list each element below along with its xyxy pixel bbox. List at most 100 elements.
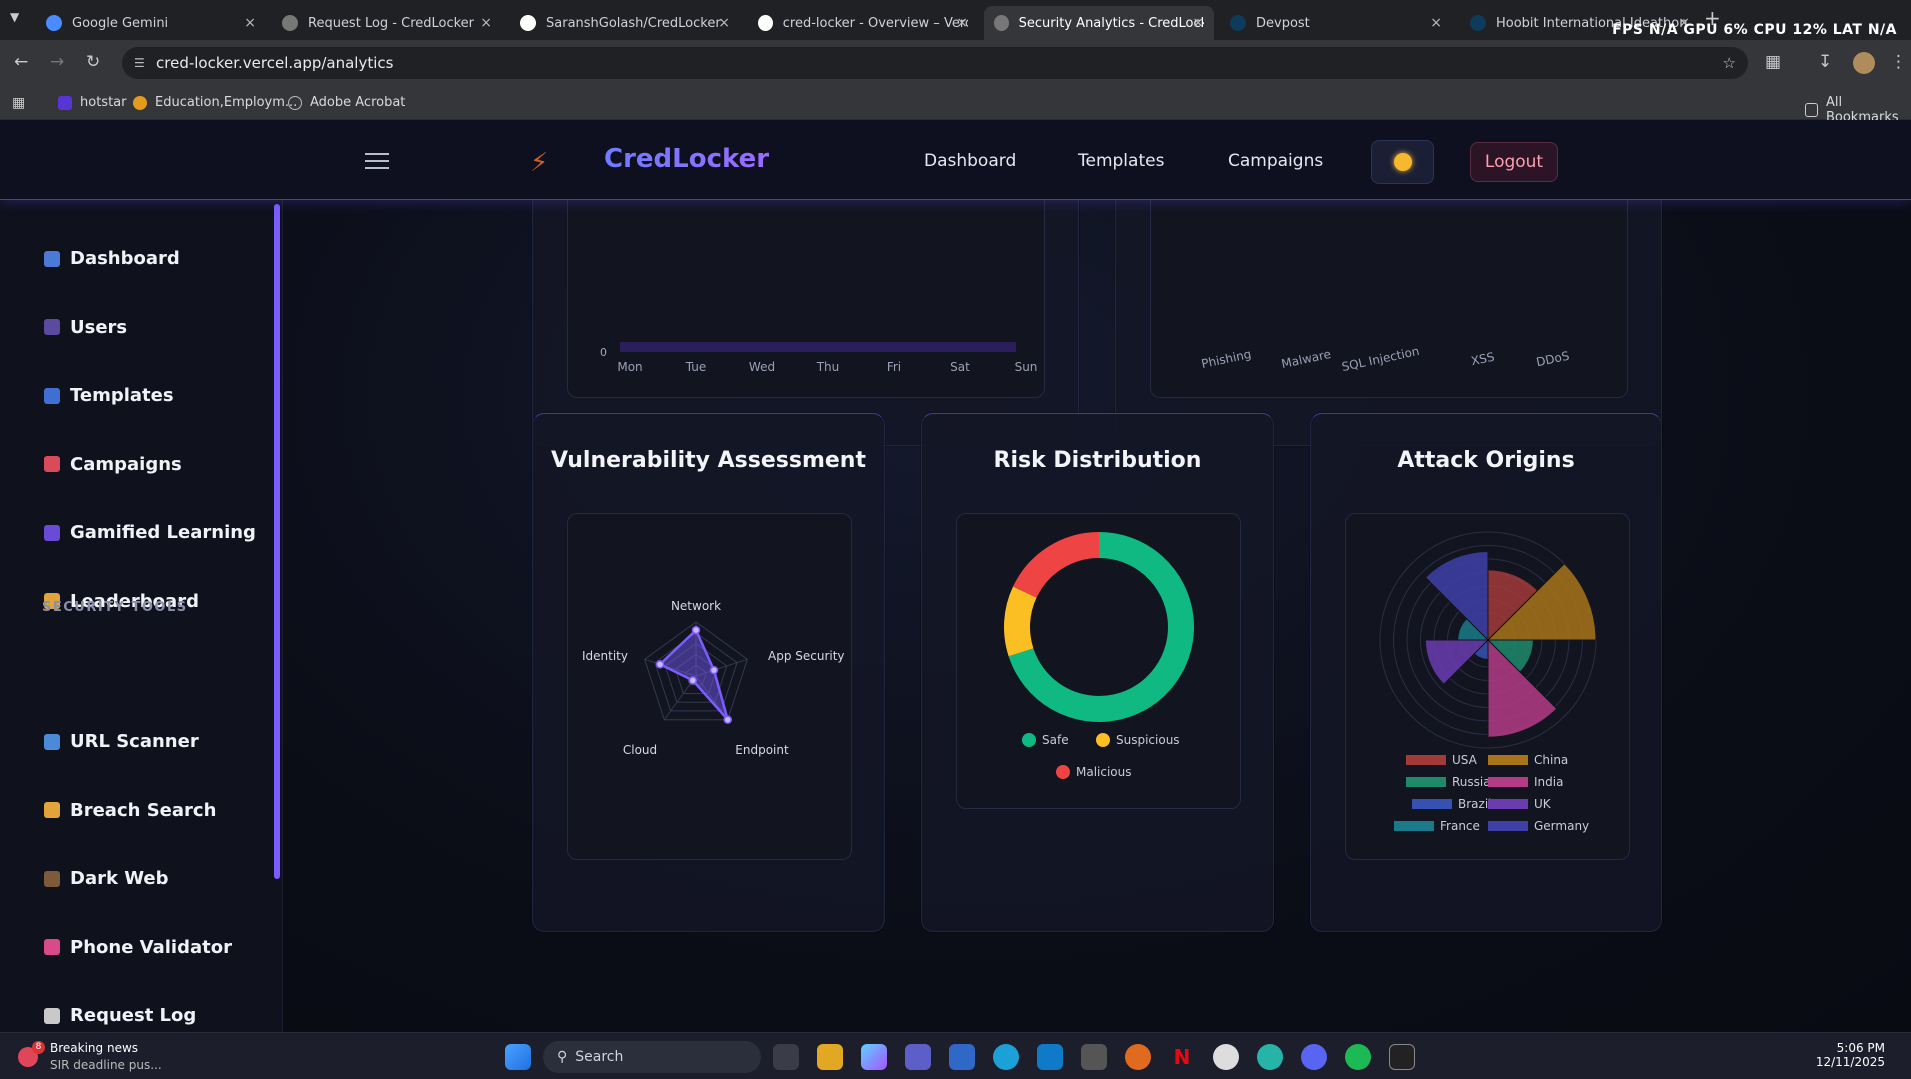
task-view-icon[interactable] bbox=[773, 1044, 799, 1070]
notes-app-icon[interactable] bbox=[1389, 1044, 1415, 1070]
users-icon bbox=[44, 319, 60, 335]
vulnerability-card: Vulnerability Assessment Network App Secu… bbox=[532, 413, 885, 932]
netflix-icon[interactable]: N bbox=[1169, 1044, 1195, 1070]
tab-title: cred-locker - Overview – Vercel bbox=[782, 15, 968, 31]
legend-label: Brazil bbox=[1458, 797, 1492, 811]
browser-tab[interactable]: Devpost × bbox=[1220, 6, 1452, 40]
y-axis-zero: 0 bbox=[600, 346, 607, 359]
bookmark-education[interactable]: Education,Employm... bbox=[133, 95, 297, 110]
clock[interactable]: 5:06 PM 12/11/2025 bbox=[1810, 1041, 1885, 1069]
nav-campaigns[interactable]: Campaigns bbox=[1228, 151, 1323, 171]
teams-icon[interactable] bbox=[905, 1044, 931, 1070]
sidebar-item-gamified-learning[interactable]: Gamified Learning bbox=[44, 522, 256, 543]
theme-toggle-button[interactable] bbox=[1371, 140, 1434, 184]
menu-toggle-icon[interactable] bbox=[365, 153, 389, 169]
sidebar-item-users[interactable]: Users bbox=[44, 317, 127, 338]
windows-start-icon[interactable] bbox=[505, 1044, 531, 1070]
photoshop-icon[interactable] bbox=[1037, 1044, 1063, 1070]
spotify-icon[interactable] bbox=[1345, 1044, 1371, 1070]
bar-chart-icon bbox=[44, 250, 60, 267]
close-tab-icon[interactable]: × bbox=[1192, 15, 1204, 31]
x-tick-label: Thu bbox=[816, 360, 840, 374]
discord-icon[interactable] bbox=[1301, 1044, 1327, 1070]
download-icon[interactable]: ↧ bbox=[1818, 52, 1832, 72]
donut-slice-malicious[interactable] bbox=[1013, 532, 1100, 599]
back-icon[interactable]: ← bbox=[14, 52, 28, 72]
address-bar[interactable]: ☰ cred-locker.vercel.app/analytics ☆ bbox=[122, 47, 1748, 79]
sidebar-item-request-log[interactable]: Request Log bbox=[44, 1005, 196, 1026]
sidebar-item-label: Campaigns bbox=[70, 453, 182, 475]
tab-title: Security Analytics - CredLocker bbox=[1018, 15, 1204, 31]
sidebar-item-campaigns[interactable]: Campaigns bbox=[44, 454, 182, 475]
site-info-icon[interactable]: ☰ bbox=[134, 47, 145, 79]
sidebar: Dashboard Users Templates Campaigns Gamified… bbox=[0, 200, 283, 1032]
app-cube-icon[interactable] bbox=[1081, 1044, 1107, 1070]
radar-point[interactable] bbox=[723, 715, 732, 724]
browser-tab[interactable]: cred-locker - Overview – Vercel × bbox=[748, 6, 978, 40]
bookmark-adobe[interactable]: Adobe Acrobat bbox=[288, 95, 405, 110]
sidebar-item-dark-web[interactable]: Dark Web bbox=[44, 868, 169, 889]
browser-tab[interactable]: Request Log - CredLocker × bbox=[272, 6, 502, 40]
browser-tab[interactable]: Security Analytics - CredLocker × bbox=[984, 6, 1214, 40]
close-tab-icon[interactable]: × bbox=[244, 15, 256, 31]
x-tick-label: Sat bbox=[950, 360, 970, 374]
document-icon bbox=[44, 1007, 60, 1024]
extensions-icon[interactable]: ▦ bbox=[1765, 52, 1781, 72]
bookmark-hotstar[interactable]: hotstar bbox=[58, 95, 126, 110]
news-subtitle: SIR deadline pus... bbox=[50, 1058, 162, 1072]
legend-label: China bbox=[1534, 753, 1568, 767]
close-tab-icon[interactable]: × bbox=[718, 15, 730, 31]
nav-dashboard[interactable]: Dashboard bbox=[924, 151, 1016, 171]
profile-avatar[interactable] bbox=[1853, 52, 1875, 74]
apps-grid-icon[interactable]: ▦ bbox=[12, 95, 25, 111]
sidebar-scrollbar[interactable] bbox=[274, 204, 280, 879]
reload-icon[interactable]: ↻ bbox=[86, 52, 100, 72]
tab-title: SaranshGolash/CredLocker bbox=[546, 15, 721, 31]
legend-label: Suspicious bbox=[1116, 733, 1180, 747]
sidebar-item-label: Gamified Learning bbox=[70, 522, 256, 543]
legend-swatch bbox=[1488, 755, 1528, 765]
x-tick-label: Malware bbox=[1280, 346, 1333, 372]
logout-button[interactable]: Logout bbox=[1470, 142, 1558, 182]
radar-point[interactable] bbox=[709, 665, 719, 675]
radar-point[interactable] bbox=[691, 625, 701, 635]
close-tab-icon[interactable]: × bbox=[480, 15, 492, 31]
bookmark-star-icon[interactable]: ☆ bbox=[1723, 47, 1736, 79]
polar-slice-uk[interactable] bbox=[1424, 639, 1490, 686]
browser-tab[interactable]: SaranshGolash/CredLocker × bbox=[510, 6, 740, 40]
brand-logo[interactable]: CredLocker bbox=[604, 144, 769, 174]
forward-icon[interactable]: → bbox=[50, 52, 64, 72]
polar-slice-germany[interactable] bbox=[1424, 550, 1489, 642]
close-tab-icon[interactable]: × bbox=[1430, 15, 1442, 31]
polar-panel: USA China Russia India Brazil UK France Germany bbox=[1345, 513, 1630, 860]
sidebar-item-dashboard[interactable]: Dashboard bbox=[44, 248, 180, 269]
sidebar-item-breach-search[interactable]: Breach Search bbox=[44, 800, 216, 821]
store-icon[interactable] bbox=[949, 1044, 975, 1070]
sidebar-item-phone-validator[interactable]: Phone Validator bbox=[44, 937, 232, 958]
vscode-icon[interactable] bbox=[1257, 1044, 1283, 1070]
close-tab-icon[interactable]: × bbox=[956, 15, 968, 31]
edge-icon[interactable] bbox=[993, 1044, 1019, 1070]
taskbar-search[interactable]: ⚲ Search bbox=[543, 1041, 761, 1073]
donut-slice-suspicious[interactable] bbox=[1004, 586, 1037, 657]
sidebar-item-label: Dashboard bbox=[70, 248, 180, 269]
nav-templates[interactable]: Templates bbox=[1078, 151, 1164, 171]
globe-icon bbox=[994, 15, 1009, 31]
tab-search-button[interactable]: ▼ bbox=[10, 10, 30, 30]
browser-menu-icon[interactable]: ⋮ bbox=[1890, 52, 1907, 72]
legend-swatch bbox=[1056, 765, 1070, 779]
legend-swatch bbox=[1488, 799, 1528, 809]
file-explorer-icon[interactable] bbox=[817, 1044, 843, 1070]
legend-label: USA bbox=[1452, 753, 1478, 767]
sidebar-item-url-scanner[interactable]: URL Scanner bbox=[44, 731, 199, 752]
radar-axis-label: Cloud bbox=[623, 743, 657, 757]
donut-panel: Safe Suspicious Malicious bbox=[956, 513, 1241, 809]
radar-point[interactable] bbox=[655, 660, 665, 669]
news-widget[interactable]: 8 Breaking news SIR deadline pus... bbox=[16, 1039, 176, 1075]
radar-point[interactable] bbox=[688, 676, 698, 685]
browser-tab[interactable]: Google Gemini × bbox=[36, 6, 266, 40]
chrome-icon[interactable] bbox=[1213, 1044, 1239, 1070]
firefox-icon[interactable] bbox=[1125, 1044, 1151, 1070]
sidebar-item-templates[interactable]: Templates bbox=[44, 385, 174, 406]
copilot-icon[interactable] bbox=[861, 1044, 887, 1070]
